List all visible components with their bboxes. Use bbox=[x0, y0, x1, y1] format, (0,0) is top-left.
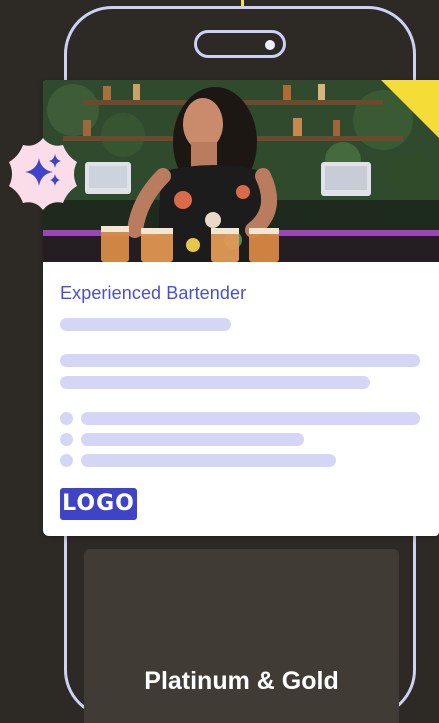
bullet-dot bbox=[60, 412, 73, 425]
bartender-photo bbox=[43, 80, 439, 262]
bullet-placeholder-line bbox=[81, 433, 304, 446]
bullet-dot bbox=[60, 454, 73, 467]
description-placeholder-line bbox=[60, 376, 370, 389]
company-logo: LOGO bbox=[60, 488, 137, 520]
job-title[interactable]: Experienced Bartender bbox=[60, 283, 246, 304]
bullet-placeholder-line bbox=[81, 454, 336, 467]
phone-notch bbox=[194, 30, 286, 58]
corner-fold bbox=[381, 80, 439, 138]
job-card[interactable]: Experienced Bartender LOGO bbox=[43, 80, 439, 536]
bullet-placeholder-line bbox=[81, 412, 420, 425]
description-placeholder-line bbox=[60, 354, 420, 367]
bullet-dot bbox=[60, 433, 73, 446]
subtitle-placeholder bbox=[60, 318, 231, 331]
sparkles-icon bbox=[5, 136, 81, 212]
camera-dot bbox=[265, 40, 275, 50]
tier-label: Platinum & Gold bbox=[144, 667, 339, 695]
lower-panel bbox=[84, 549, 399, 723]
